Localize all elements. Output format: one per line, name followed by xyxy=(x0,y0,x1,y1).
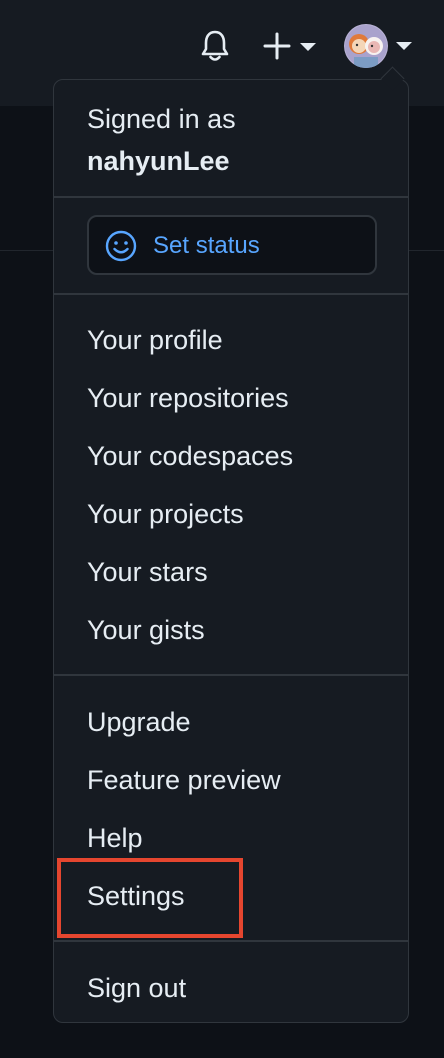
set-status-button[interactable]: Set status xyxy=(87,215,377,275)
profile-menu-button[interactable] xyxy=(344,22,418,70)
smiley-icon xyxy=(105,230,137,262)
settings-highlight-box xyxy=(57,858,243,938)
create-new-button[interactable] xyxy=(262,30,322,62)
menu-item-upgrade[interactable]: Upgrade xyxy=(87,707,191,738)
divider xyxy=(54,293,408,295)
divider xyxy=(54,674,408,676)
menu-item-your-repositories[interactable]: Your repositories xyxy=(87,383,289,414)
username[interactable]: nahyunLee xyxy=(87,146,230,177)
divider xyxy=(54,196,408,198)
menu-item-your-codespaces[interactable]: Your codespaces xyxy=(87,441,293,472)
divider xyxy=(54,940,408,942)
avatar xyxy=(344,24,388,68)
chevron-down-icon xyxy=(396,42,412,50)
menu-item-your-projects[interactable]: Your projects xyxy=(87,499,244,530)
notifications-button[interactable] xyxy=(197,28,233,64)
menu-item-help[interactable]: Help xyxy=(87,823,143,854)
menu-item-your-gists[interactable]: Your gists xyxy=(87,615,205,646)
chevron-down-icon xyxy=(300,43,316,51)
menu-item-feature-preview[interactable]: Feature preview xyxy=(87,765,281,796)
bell-icon xyxy=(201,30,229,61)
menu-item-your-stars[interactable]: Your stars xyxy=(87,557,208,588)
signed-in-label: Signed in as xyxy=(87,104,236,134)
menu-item-your-profile[interactable]: Your profile xyxy=(87,325,223,356)
set-status-label: Set status xyxy=(153,232,260,259)
plus-icon xyxy=(263,32,291,60)
menu-item-sign-out[interactable]: Sign out xyxy=(87,973,186,1004)
